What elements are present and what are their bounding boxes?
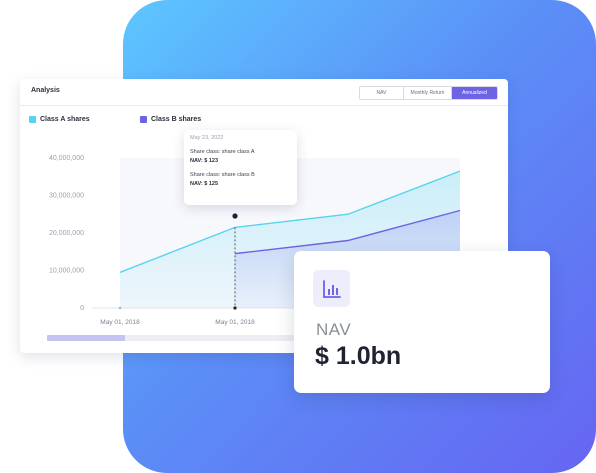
nav-summary-card: NAV $ 1.0bn [294, 251, 550, 393]
chart-scrollbar[interactable] [47, 335, 307, 341]
nav-label: NAV [316, 320, 352, 339]
y-tick-label: 20,000,000 [49, 230, 84, 237]
tooltip-date: May 23, 2022 [190, 135, 224, 141]
chart-scrollbar-thumb[interactable] [47, 335, 125, 341]
x-tick-label: May 01, 2018 [100, 319, 140, 326]
y-tick-label: 10,000,000 [49, 268, 84, 275]
tooltip-value-a: NAV: $ 123 [190, 158, 219, 164]
y-tick-label: 40,000,000 [49, 155, 84, 162]
hover-marker [232, 213, 238, 219]
chart-tooltip: May 23, 2022 Share class: share class A … [184, 130, 297, 205]
tooltip-label-a: Share class: share class A [190, 149, 255, 155]
bar-chart-icon [313, 270, 350, 307]
tooltip-value-b: NAV: $ 125 [190, 181, 219, 187]
hover-axis-marker [233, 306, 237, 310]
y-tick-label: 0 [80, 305, 84, 312]
x-tick-label: May 01, 2018 [215, 319, 255, 326]
x-tick-dot [118, 306, 122, 310]
nav-value: $ 1.0bn [315, 342, 402, 370]
y-tick-label: 30,000,000 [49, 193, 84, 200]
tooltip-label-b: Share class: share class B [190, 172, 255, 178]
